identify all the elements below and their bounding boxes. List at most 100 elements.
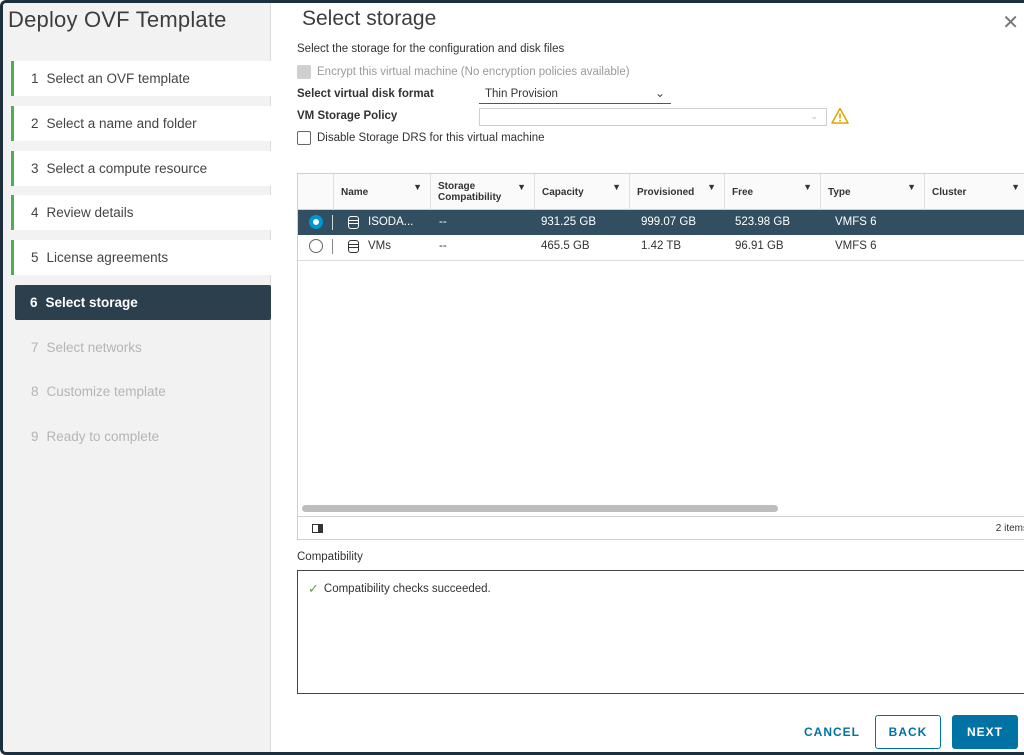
step-number: 3 [31,161,39,176]
step-number: 6 [30,295,38,310]
grid-footer: 2 items [298,516,1024,540]
horizontal-scrollbar[interactable] [302,505,778,512]
column-header-label: Storage Compatibility [438,181,502,203]
row-radio[interactable] [309,215,323,229]
cell-name: VMs [368,240,391,252]
step-select-networks: 7 Select networks [11,330,271,365]
cell-type: VMFS 6 [835,240,877,252]
storage-policy-select[interactable]: ⌄ [479,108,827,126]
column-header-label: Name [341,186,369,198]
step-select-name-folder[interactable]: 2 Select a name and folder [11,106,271,141]
row-divider [332,215,333,230]
storage-policy-label: VM Storage Policy [297,110,398,122]
items-count: 2 items [995,523,1024,534]
disk-format-label: Select virtual disk format [297,88,434,100]
next-button[interactable]: NEXT [952,715,1018,749]
filter-icon[interactable]: ▼ [517,182,526,192]
row-divider [332,239,333,254]
main-panel: Select storage ✕ Select the storage for … [272,3,1024,752]
step-label: Customize template [46,384,166,399]
datastore-icon [348,216,359,229]
encrypt-label: Encrypt this virtual machine (No encrypt… [317,66,630,78]
step-ready-to-complete: 9 Ready to complete [11,419,271,454]
column-header-cluster[interactable]: Cluster ▼ [924,174,1024,210]
filter-icon[interactable]: ▼ [612,182,621,192]
encrypt-vm-option: Encrypt this virtual machine (No encrypt… [297,65,630,79]
disk-format-value: Thin Provision [485,88,558,100]
disable-drs-checkbox[interactable] [297,131,311,145]
encrypt-checkbox [297,65,311,79]
column-header-type[interactable]: Type ▼ [820,174,924,210]
close-icon[interactable]: ✕ [1002,13,1019,33]
disk-format-select[interactable]: Thin Provision ⌄ [479,86,671,104]
cell-capacity: 465.5 GB [541,240,590,252]
step-label: Select a name and folder [46,116,197,131]
step-number: 4 [31,205,39,220]
compatibility-title: Compatibility [297,551,363,563]
wizard-sidebar: Deploy OVF Template 1 Select an OVF templ… [3,3,271,752]
step-label: License agreements [46,250,169,265]
cell-capacity: 931.25 GB [541,216,596,228]
cancel-button[interactable]: CANCEL [797,715,867,749]
page-subtitle: Select the storage for the configuration… [297,43,565,55]
cell-name: ISODA... [368,216,414,228]
column-toggle-icon[interactable] [312,524,323,533]
column-header-label: Provisioned [637,186,695,198]
compatibility-text: Compatibility checks succeeded. [323,583,491,595]
cell-storage-compatibility: -- [439,240,447,252]
wizard-title: Deploy OVF Template [8,7,227,32]
step-label: Select a compute resource [46,161,208,176]
page-title: Select storage [302,7,437,30]
column-header-storage-compatibility[interactable]: Storage Compatibility ▼ [430,174,534,210]
disable-drs-option[interactable]: Disable Storage DRS for this virtual mac… [297,131,545,145]
column-header-label: Free [732,186,754,198]
step-number: 9 [31,429,39,444]
column-header-provisioned[interactable]: Provisioned ▼ [629,174,724,210]
chevron-down-icon: ⌄ [810,111,818,121]
step-license-agreements[interactable]: 5 License agreements [11,240,271,275]
filter-icon[interactable]: ▼ [1011,182,1020,192]
step-label: Ready to complete [46,429,160,444]
cell-free: 523.98 GB [735,216,790,228]
chevron-down-icon: ⌄ [654,86,665,100]
cell-type: VMFS 6 [835,216,877,228]
compatibility-message: ✓ Compatibility checks succeeded. [308,581,491,597]
column-header-free[interactable]: Free ▼ [724,174,820,210]
step-review-details[interactable]: 4 Review details [11,195,271,230]
column-header-label: Capacity [542,186,584,198]
compatibility-panel: ✓ Compatibility checks succeeded. [297,570,1024,694]
datastore-grid: Name ▼ Storage Compatibility ▼ Capacity … [297,173,1024,540]
step-select-ovf-template[interactable]: 1 Select an OVF template [11,61,271,96]
cell-provisioned: 1.42 TB [641,240,682,252]
step-label: Review details [46,205,134,220]
column-header-capacity[interactable]: Capacity ▼ [534,174,629,210]
wizard-dialog: Deploy OVF Template 1 Select an OVF templ… [0,0,1024,755]
grid-row-separator [298,260,1024,261]
row-radio[interactable] [309,239,323,253]
filter-icon[interactable]: ▼ [803,182,812,192]
filter-icon[interactable]: ▼ [707,182,716,192]
table-row[interactable]: VMs -- 465.5 GB 1.42 TB 96.91 GB VMFS 6 [298,234,1024,259]
filter-icon[interactable]: ▼ [907,182,916,192]
column-header-label: Type [828,186,851,198]
filter-icon[interactable]: ▼ [413,182,422,192]
cell-storage-compatibility: -- [439,216,447,228]
datastore-icon [348,240,359,253]
step-select-compute-resource[interactable]: 3 Select a compute resource [11,151,271,186]
back-button[interactable]: BACK [875,715,941,749]
step-number: 7 [31,340,39,355]
step-label: Select networks [46,340,142,355]
disable-drs-label: Disable Storage DRS for this virtual mac… [317,132,545,144]
step-number: 2 [31,116,39,131]
cell-provisioned: 999.07 GB [641,216,696,228]
column-header-name[interactable]: Name ▼ [333,174,430,210]
cell-free: 96.91 GB [735,240,784,252]
warning-icon [831,107,849,124]
step-number: 5 [31,250,39,265]
column-header-label: Cluster [932,186,967,198]
table-row[interactable]: ISODA... -- 931.25 GB 999.07 GB 523.98 G… [298,210,1024,235]
step-customize-template: 8 Customize template [11,374,271,409]
step-select-storage[interactable]: 6 Select storage [15,285,271,320]
grid-header: Name ▼ Storage Compatibility ▼ Capacity … [298,174,1024,210]
step-label: Select storage [45,295,138,310]
